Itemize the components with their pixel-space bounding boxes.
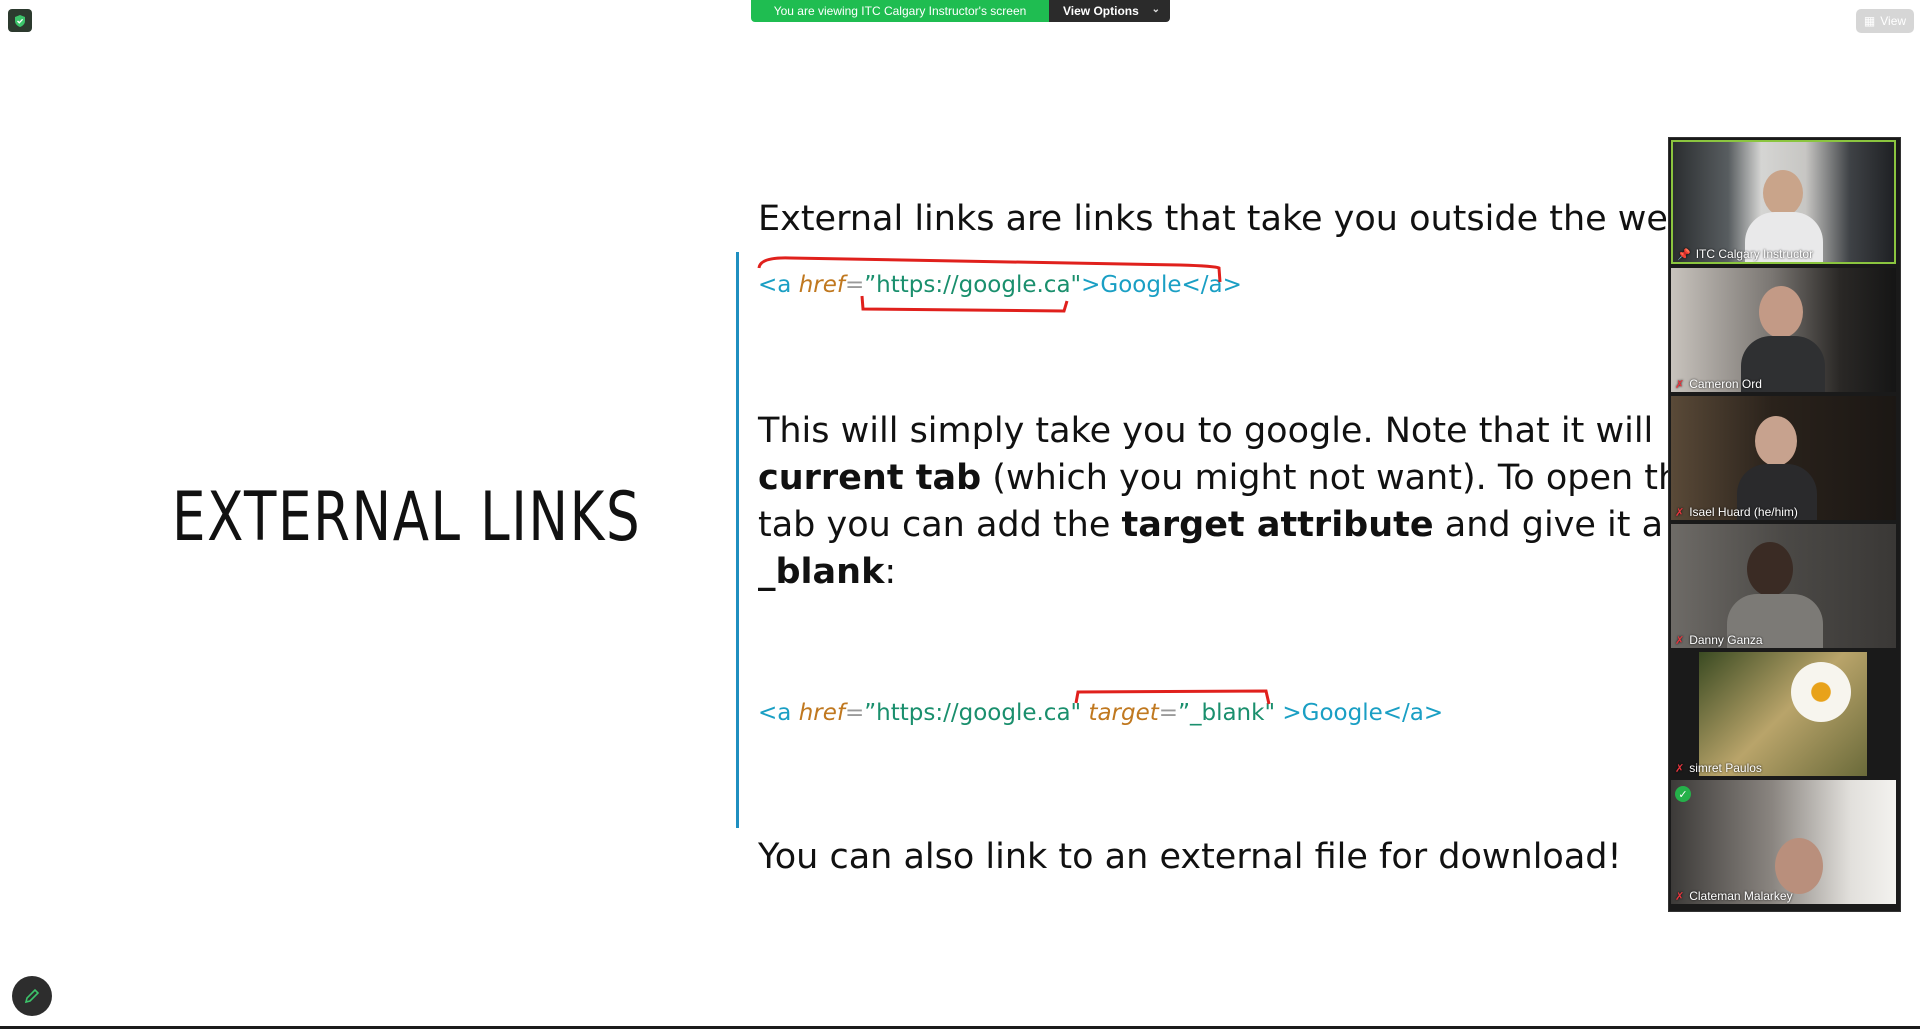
slide-title: EXTERNAL LINKS xyxy=(172,478,642,557)
para-line-3-start: tab you can add the xyxy=(758,505,1122,545)
person-silhouette xyxy=(1755,416,1797,466)
para-line-2: current tab (which you might not want). … xyxy=(758,455,1716,502)
code-attr-target: target xyxy=(1088,700,1159,726)
slide-line-intro: External links are links that take you o… xyxy=(758,199,1691,239)
participant-tile[interactable]: ✗ Cameron Ord xyxy=(1671,268,1896,392)
participant-name: ✗ Clateman Malarkey xyxy=(1675,889,1793,903)
muted-mic-icon: ✗ xyxy=(1675,378,1685,391)
annotation-bracket-url xyxy=(860,295,1069,313)
bold-current-tab: current tab xyxy=(758,458,982,498)
view-options-label: View Options xyxy=(1063,4,1139,18)
participant-tile[interactable]: 📌 ITC Calgary Instructor xyxy=(1671,140,1896,264)
participant-name: ✗ Isael Huard (he/him) xyxy=(1675,505,1798,519)
flower-image xyxy=(1791,662,1851,722)
code-example-1: <a href=”https://google.ca">Google</a> xyxy=(758,272,1242,298)
slide-paragraph: This will simply take you to google. Not… xyxy=(758,408,1716,596)
person-silhouette xyxy=(1763,170,1803,216)
muted-mic-icon: ✗ xyxy=(1675,634,1685,647)
code-tag-open: <a xyxy=(758,272,799,298)
view-button-label: View xyxy=(1880,14,1907,28)
participant-name: ✗ Cameron Ord xyxy=(1675,377,1762,391)
para-line-2-rest: (which you might not want). To open the xyxy=(981,458,1702,498)
participant-panel: 📌 ITC Calgary Instructor ✗ Cameron Ord ✗ Is… xyxy=(1668,137,1901,912)
code-tag-close: >Google</a> xyxy=(1081,272,1242,298)
view-options-button[interactable]: View Options ⌄ xyxy=(1049,0,1170,22)
grid-icon: ▦ xyxy=(1863,14,1876,28)
check-icon: ✓ xyxy=(1675,786,1691,802)
person-silhouette xyxy=(1747,542,1793,596)
pin-icon: 📌 xyxy=(1677,248,1691,261)
pencil-icon xyxy=(24,988,40,1004)
person-silhouette xyxy=(1759,286,1803,338)
code-eq: = xyxy=(844,700,865,726)
participant-name: ✗ Danny Ganza xyxy=(1675,633,1763,647)
muted-mic-icon: ✗ xyxy=(1675,890,1685,903)
code-value: ”https://google.ca" xyxy=(864,272,1082,298)
para-line-1: This will simply take you to google. Not… xyxy=(758,411,1654,451)
code-attr: href xyxy=(798,272,845,298)
bold-blank: _blank xyxy=(758,552,885,592)
screen-share-banner: You are viewing ITC Calgary Instructor's… xyxy=(751,0,1170,22)
muted-mic-icon: ✗ xyxy=(1675,762,1685,775)
code-tag-open: <a xyxy=(758,700,799,726)
para-line-4-colon: : xyxy=(884,552,897,592)
slide-divider xyxy=(736,252,739,828)
participant-tile[interactable]: ✓ ✗ Clateman Malarkey xyxy=(1671,780,1896,904)
para-line-3: tab you can add the target attribute and… xyxy=(758,502,1716,549)
viewing-status: You are viewing ITC Calgary Instructor's… xyxy=(751,0,1049,22)
participant-tile[interactable]: ✗ Isael Huard (he/him) xyxy=(1671,396,1896,520)
code-eq: = xyxy=(1158,700,1179,726)
participant-name: 📌 ITC Calgary Instructor xyxy=(1677,247,1814,261)
participant-name: ✗ simret Paulos xyxy=(1675,761,1762,775)
view-button[interactable]: ▦ View xyxy=(1856,9,1914,33)
participant-tile[interactable]: ✗ simret Paulos xyxy=(1671,652,1896,776)
code-eq: = xyxy=(844,272,865,298)
bold-target-attribute: target attribute xyxy=(1121,505,1434,545)
annotate-pencil-button[interactable] xyxy=(12,976,52,1016)
chevron-down-icon: ⌄ xyxy=(1151,4,1160,15)
participant-tile[interactable]: ✗ Danny Ganza xyxy=(1671,524,1896,648)
code-example-2: <a href=”https://google.ca" target=”_bla… xyxy=(758,700,1443,726)
code-value-url: ”https://google.ca" xyxy=(864,700,1089,726)
slide-line-download: You can also link to an external file fo… xyxy=(758,837,1622,877)
code-attr-href: href xyxy=(798,700,845,726)
para-line-4: _blank: xyxy=(758,549,1716,596)
muted-mic-icon: ✗ xyxy=(1675,506,1685,519)
code-value-blank: ”_blank" xyxy=(1178,700,1283,726)
person-silhouette xyxy=(1775,838,1823,894)
code-tag-close: >Google</a> xyxy=(1282,700,1444,726)
security-shield-icon[interactable] xyxy=(8,9,32,32)
